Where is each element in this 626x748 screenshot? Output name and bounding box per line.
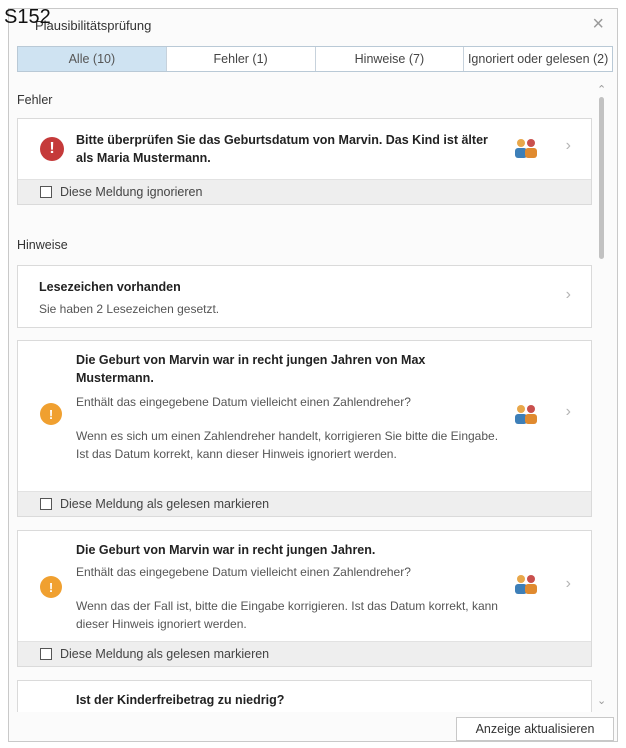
hint-text: Wenn es sich um einen Zahlendreher hande… xyxy=(76,429,499,461)
errors-heading: Fehler xyxy=(17,93,53,107)
bookmark-text: Sie haben 2 Lesezeichen gesetzt. xyxy=(39,302,220,316)
error-message-card[interactable]: ! Bitte überprüfen Sie das Geburtsdatum … xyxy=(17,118,592,205)
warning-icon: ! xyxy=(40,403,62,425)
hint-title: Die Geburt von Marvin war in recht junge… xyxy=(76,543,376,557)
card-footer: Diese Meldung als gelesen markieren xyxy=(18,641,591,666)
hint-text: Wenn das der Fall ist, bitte die Eingabe… xyxy=(76,599,498,631)
card-footer: Diese Meldung als gelesen markieren xyxy=(18,491,591,516)
hint-title: Ist der Kinderfreibetrag zu niedrig? xyxy=(76,693,285,707)
hint-question: Enthält das eingegebene Datum vielleicht… xyxy=(76,565,411,579)
ignore-checkbox[interactable] xyxy=(40,186,52,198)
hint-title: Die Geburt von Marvin war in recht junge… xyxy=(76,353,426,385)
scroll-up-icon[interactable]: ⌃ xyxy=(597,83,606,96)
hint-message-card[interactable]: Ist der Kinderfreibetrag zu niedrig? xyxy=(17,680,592,712)
chevron-right-icon[interactable]: › xyxy=(566,403,571,421)
mark-read-label: Diese Meldung als gelesen markieren xyxy=(60,647,270,661)
mark-read-checkbox[interactable] xyxy=(40,498,52,510)
dialog-title: Plausibilitätsprüfung xyxy=(35,18,152,33)
hint-question: Enthält das eingegebene Datum vielleicht… xyxy=(76,395,411,409)
page-label: S152 xyxy=(4,6,51,28)
people-icon xyxy=(515,139,537,158)
warning-icon: ! xyxy=(40,576,62,598)
people-icon xyxy=(515,575,537,594)
hints-heading: Hinweise xyxy=(17,238,68,252)
people-icon xyxy=(515,405,537,424)
mark-read-label: Diese Meldung als gelesen markieren xyxy=(60,497,270,511)
refresh-button[interactable]: Anzeige aktualisieren xyxy=(456,717,614,741)
bookmark-title: Lesezeichen vorhanden xyxy=(39,280,181,294)
filter-tabs: Alle (10) Fehler (1) Hinweise (7) Ignori… xyxy=(17,46,613,72)
ignore-label: Diese Meldung ignorieren xyxy=(60,185,203,199)
error-icon: ! xyxy=(40,137,64,161)
hint-message-card[interactable]: ! Die Geburt von Marvin war in recht jun… xyxy=(17,340,592,517)
error-message-title: Bitte überprüfen Sie das Geburtsdatum vo… xyxy=(76,133,488,165)
tab-errors[interactable]: Fehler (1) xyxy=(167,47,316,71)
bookmark-message-card[interactable]: Lesezeichen vorhanden Sie haben 2 Leseze… xyxy=(17,265,592,328)
mark-read-checkbox[interactable] xyxy=(40,648,52,660)
tab-all[interactable]: Alle (10) xyxy=(18,47,167,71)
tab-hints[interactable]: Hinweise (7) xyxy=(316,47,465,71)
card-footer: Diese Meldung ignorieren xyxy=(18,179,591,204)
chevron-right-icon[interactable]: › xyxy=(566,137,571,155)
scroll-down-icon[interactable]: ⌄ xyxy=(597,694,606,707)
chevron-right-icon[interactable]: › xyxy=(566,575,571,593)
close-icon[interactable]: × xyxy=(592,14,604,34)
scrollbar-thumb[interactable] xyxy=(599,97,604,259)
chevron-right-icon[interactable]: › xyxy=(566,286,571,304)
hint-message-card[interactable]: ! Die Geburt von Marvin war in recht jun… xyxy=(17,530,592,667)
tab-ignored-read[interactable]: Ignoriert oder gelesen (2) xyxy=(464,47,612,71)
